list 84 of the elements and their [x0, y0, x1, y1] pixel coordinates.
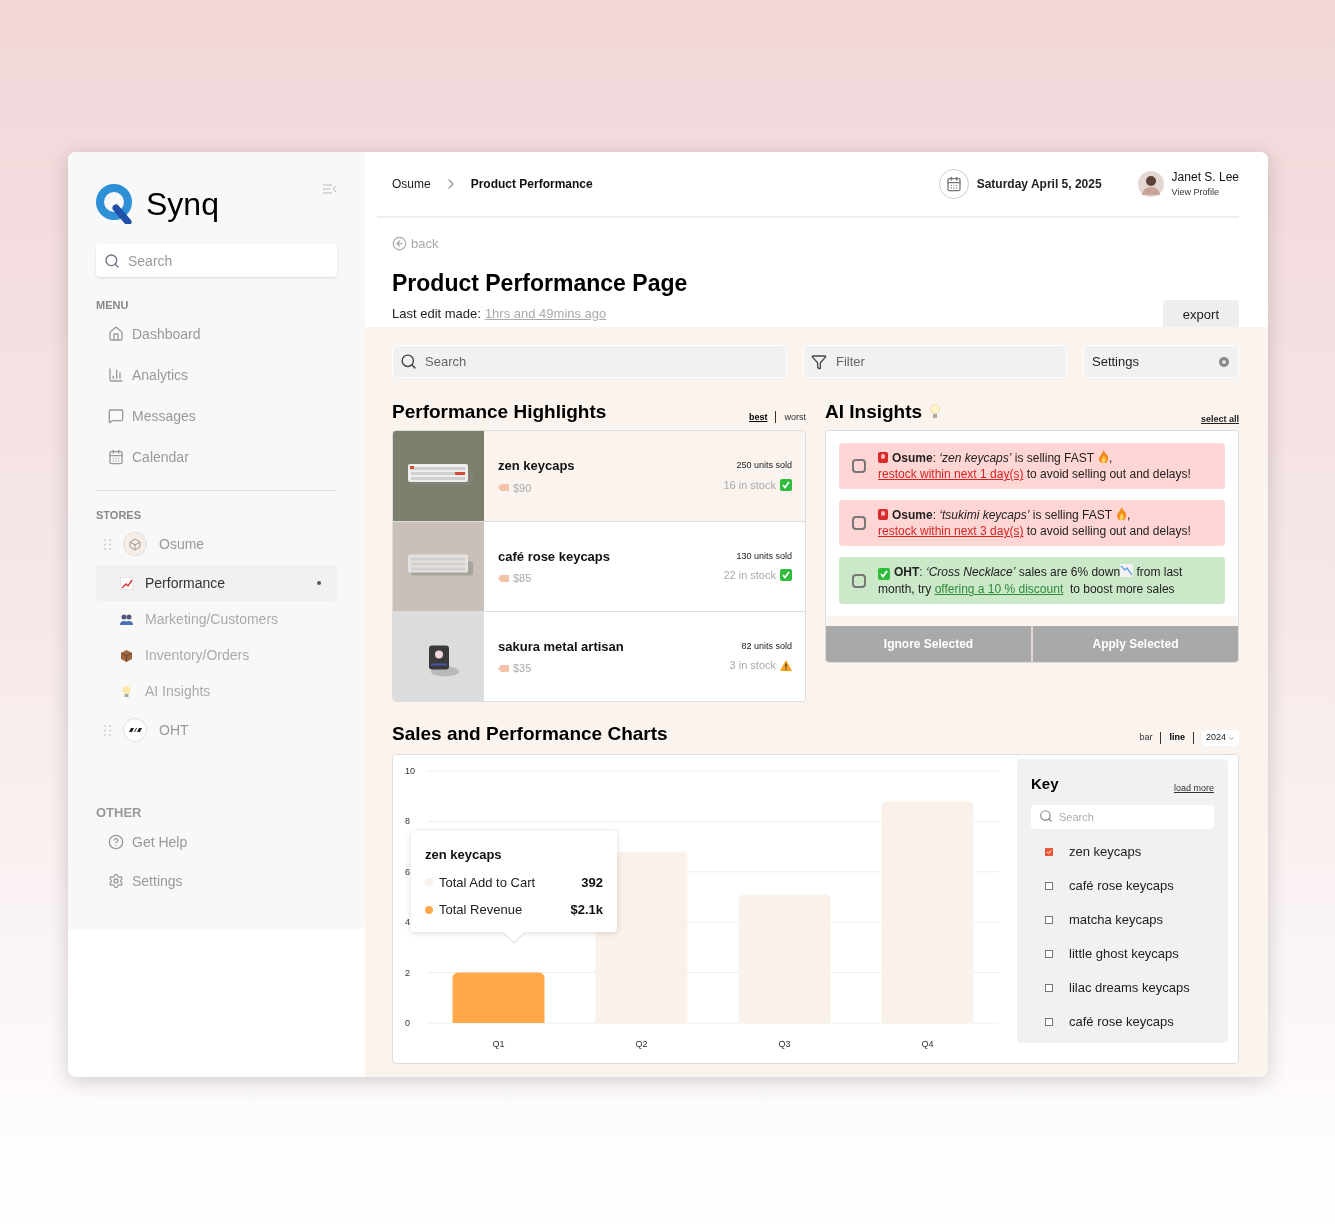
- back-link[interactable]: back: [411, 234, 439, 254]
- menu-item[interactable]: Settings: [132, 870, 183, 892]
- x-tick-label: Q3: [778, 1039, 791, 1049]
- store-name[interactable]: Osume: [159, 533, 205, 555]
- insight-text: Osume: ‘tsukimi keycaps’ is selling FAST , restock within next 3 day(s) to avoid selling out and delays!: [878, 507, 1192, 539]
- key-item-label: café rose keycaps: [1069, 1012, 1174, 1031]
- product-price: $35: [513, 661, 532, 676]
- menu-item[interactable]: Dashboard: [132, 323, 201, 345]
- x-tick-label: Q2: [635, 1039, 648, 1049]
- store-nav-item[interactable]: Performance: [96, 565, 337, 601]
- export-button[interactable]: export: [1162, 300, 1239, 329]
- brand-name: Synq: [146, 185, 219, 224]
- section-heading: Performance Highlights: [392, 399, 607, 424]
- key-item-label: lilac dreams keycaps: [1069, 978, 1190, 997]
- section-title: STORES: [96, 507, 143, 523]
- product-price: $90: [513, 480, 532, 496]
- action-link[interactable]: offering a 10 % discount: [934, 582, 1064, 596]
- legend-label: Total Add to Cart: [439, 873, 537, 892]
- filter-field[interactable]: Filter: [803, 345, 1067, 378]
- action-link[interactable]: restock within next 1 day(s): [878, 467, 1024, 481]
- sort-toggle[interactable]: best: [748, 410, 768, 424]
- y-tick-label: 10: [405, 766, 416, 776]
- menu-item[interactable]: Messages: [132, 405, 196, 427]
- section-title: MENU: [96, 298, 130, 313]
- key-item-label: little ghost keycaps: [1069, 944, 1179, 963]
- stock-count: 22 in stock: [723, 568, 776, 583]
- product-name: zen keycaps: [498, 457, 575, 475]
- y-tick-label: 2: [405, 967, 411, 978]
- key-item-label: matcha keycaps: [1069, 910, 1163, 929]
- load-more-link[interactable]: load more: [1173, 782, 1214, 796]
- units-sold: 250 units sold: [736, 459, 792, 472]
- x-tick-label: Q4: [921, 1039, 934, 1049]
- insight-text: Osume: ‘zen keycaps’ is selling FAST , restock within next 1 day(s) to avoid selling out and delays!: [878, 450, 1192, 482]
- tooltip-value: 392: [581, 873, 603, 892]
- store-nav-item[interactable]: Inventory/Orders: [96, 637, 337, 673]
- x-tick-label: Q1: [492, 1039, 505, 1049]
- section-heading: AI Insights: [825, 399, 923, 424]
- action-link[interactable]: restock within next 3 day(s): [878, 524, 1024, 538]
- section-title: OTHER: [96, 804, 143, 822]
- product-row[interactable]: café rose keycaps $85 130 units sold 22 in stock: [393, 521, 805, 611]
- y-tick-label: 8: [405, 816, 411, 827]
- store-nav-item[interactable]: Marketing/Customers: [96, 601, 337, 637]
- menu-item[interactable]: Analytics: [132, 364, 189, 386]
- stock-count: 16 in stock: [723, 477, 776, 493]
- last-edit-label: Last edit made:: [392, 304, 481, 323]
- y-tick-label: 4: [405, 917, 411, 928]
- search-field[interactable]: Search: [96, 244, 337, 277]
- tooltip-title: zen keycaps: [425, 846, 503, 864]
- product-row[interactable]: sakura metal artisan $35 82 units sold 3 in stock: [393, 611, 805, 701]
- sort-toggle[interactable]: worst: [784, 410, 806, 424]
- key-title: Key: [1031, 774, 1059, 794]
- menu-item[interactable]: Calendar: [132, 446, 189, 468]
- breadcrumb-link[interactable]: Osume: [392, 175, 431, 193]
- stock-count: 3 in stock: [729, 658, 776, 673]
- insight-text: OHT: ‘Cross Necklace’ sales are 6% down from last month, try offering a 10 % discount to boost more sales: [878, 564, 1184, 597]
- key-item-label: café rose keycaps: [1069, 876, 1174, 895]
- key-item-label: zen keycaps: [1069, 842, 1142, 861]
- units-sold: 130 units sold: [736, 549, 792, 563]
- search-field[interactable]: Search: [392, 345, 787, 378]
- tooltip-value: $2.1k: [570, 901, 603, 919]
- chart-type-toggle[interactable]: bar: [1139, 731, 1153, 745]
- last-edit-time: 1hrs and 49mins ago: [484, 304, 607, 323]
- product-row[interactable]: zen keycaps $90 250 units sold 16 in stock: [393, 431, 805, 521]
- store-name[interactable]: OHT: [159, 719, 189, 741]
- select-all-link[interactable]: select all: [1200, 412, 1239, 426]
- page-title: Product Performance Page: [392, 268, 689, 298]
- y-tick-label: 0: [405, 1018, 411, 1028]
- menu-item[interactable]: Get Help: [132, 831, 188, 853]
- product-price: $85: [513, 571, 532, 586]
- settings-button[interactable]: Settings: [1083, 345, 1239, 378]
- user-name: Janet S. Lee: [1171, 169, 1239, 187]
- chart-type-toggle[interactable]: line: [1169, 731, 1185, 745]
- view-profile-link[interactable]: View Profile: [1171, 186, 1239, 200]
- product-name: sakura metal artisan: [498, 637, 624, 656]
- y-tick-label: 6: [405, 866, 411, 877]
- store-nav-item[interactable]: AI Insights: [96, 673, 337, 709]
- search-field[interactable]: Search: [1031, 804, 1214, 829]
- product-name: café rose keycaps: [498, 547, 611, 566]
- year-dropdown[interactable]: 2024: [1201, 730, 1239, 746]
- current-date: Saturday April 5, 2025: [976, 176, 1102, 193]
- units-sold: 82 units sold: [741, 639, 792, 653]
- breadcrumb-current: Product Performance: [470, 176, 593, 193]
- section-heading: Sales and Performance Charts: [392, 721, 668, 746]
- legend-label: Total Revenue: [439, 901, 524, 919]
